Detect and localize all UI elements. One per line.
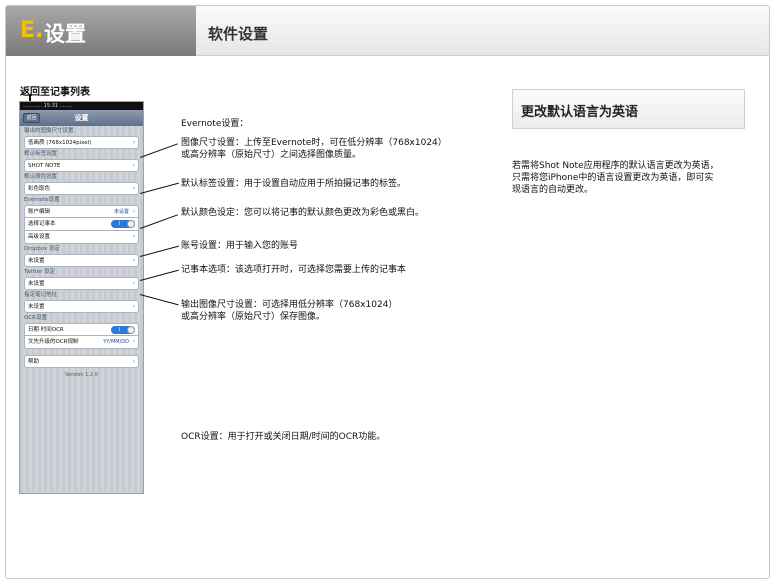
page-header: E. 设置 软件设置 bbox=[6, 6, 769, 56]
phone-settings-row[interactable]: 高级设置 › bbox=[24, 231, 139, 244]
language-description: 若需将Shot Note应用程序的默认语言更改为英语， 只需将您iPhone中的… bbox=[512, 161, 719, 195]
note-evernote: Evernote设置： bbox=[181, 119, 249, 129]
language-box-title: 更改默认语言为英语 bbox=[521, 105, 639, 120]
phone-version-label: Version 1.2.0 bbox=[65, 372, 98, 378]
phone-nav-title: 设置 bbox=[74, 114, 89, 122]
phone-settings-row[interactable]: 未设置 › bbox=[24, 277, 139, 290]
chevron-right-icon: › bbox=[132, 208, 135, 215]
phone-row-label: 低画质 (768x1024pixel) bbox=[28, 140, 92, 146]
phone-settings-row[interactable]: SHOT NOTE › bbox=[24, 159, 139, 172]
phone-section-header: 默认标签设置 bbox=[24, 151, 58, 157]
chevron-right-icon: › bbox=[132, 280, 135, 287]
phone-settings-row[interactable]: 未设置 › bbox=[24, 254, 139, 267]
phone-settings-row[interactable]: 彩色取色 › bbox=[24, 182, 139, 195]
note-default-color: 默认颜色设定：您可以将记事的默认颜色更改为彩色或黑白。 bbox=[181, 208, 425, 218]
phone-settings-list: 输出的图像尺寸设置低画质 (768x1024pixel) › 默认标签设置 SHOT … bbox=[20, 126, 143, 368]
phone-row-label: 未设置 bbox=[28, 258, 45, 264]
phone-row-label: 未设置 bbox=[28, 281, 45, 287]
phone-section-header: OCR设置 bbox=[24, 315, 47, 321]
toggle-knob bbox=[127, 326, 135, 334]
phone-settings-row[interactable]: 文先升级的OCR规制 YY/MM/DD › bbox=[24, 336, 139, 349]
phone-row-label: SHOT NOTE bbox=[28, 163, 61, 169]
language-box: 更改默认语言为英语 bbox=[512, 89, 745, 129]
chevron-right-icon: › bbox=[132, 257, 135, 264]
phone-section-header: 指定笔记地址 bbox=[24, 292, 58, 298]
phone-row-value: YY/MM/DD bbox=[103, 339, 129, 345]
note-notebook: 记事本选项：该选项打开时，可选择您需要上传的记事本 bbox=[181, 265, 407, 275]
note-output-size: 输出图像尺寸设置：可选择用低分辨率（768x1024） 或高分辨率（原始尺寸）保… bbox=[181, 300, 398, 322]
phone-row-value: 未设置 bbox=[113, 209, 129, 215]
phone-settings-row[interactable]: 日期·时间OCR I bbox=[24, 323, 139, 336]
chevron-right-icon: › bbox=[132, 303, 135, 310]
phone-row-label: 账户编辑 bbox=[28, 209, 51, 215]
note-ocr: OCR设置：用于打开或关闭日期/时间的OCR功能。 bbox=[181, 432, 386, 442]
note-account: 账号设置：用于输入您的账号 bbox=[181, 241, 299, 251]
phone-status-bar: ............ 15:31 ........ bbox=[20, 102, 143, 110]
phone-settings-row[interactable]: 未设置 › bbox=[24, 300, 139, 313]
phone-settings-row[interactable]: 账户编辑 未设置 › bbox=[24, 205, 139, 218]
phone-settings-row[interactable]: 选择记事本 I bbox=[24, 218, 139, 231]
chevron-right-icon: › bbox=[132, 233, 135, 240]
chapter-tab: E. 设置 bbox=[6, 6, 196, 56]
chevron-right-icon: › bbox=[132, 139, 135, 146]
phone-section-header: Evernote设置 bbox=[24, 197, 60, 203]
phone-row-label: 文先升级的OCR规制 bbox=[28, 339, 79, 345]
chapter-title: 设置 bbox=[44, 22, 86, 46]
phone-section-header: 默认颜色设置 bbox=[24, 174, 58, 180]
phone-row-label: 日期·时间OCR bbox=[28, 327, 64, 333]
phone-row-label: 高级设置 bbox=[28, 234, 51, 240]
phone-settings-screenshot: ............ 15:31 ........ 返回 设置 输出的图像尺… bbox=[19, 101, 144, 494]
toggle-switch[interactable]: I bbox=[111, 326, 135, 334]
chevron-right-icon: › bbox=[132, 185, 135, 192]
phone-nav-bar: 返回 设置 bbox=[20, 110, 143, 126]
phone-row-label: 彩色取色 bbox=[28, 186, 51, 192]
chevron-right-icon: › bbox=[132, 358, 135, 365]
chapter-letter: E. bbox=[20, 18, 44, 43]
page-title: 软件设置 bbox=[208, 25, 269, 43]
chevron-right-icon: › bbox=[132, 338, 135, 345]
chevron-right-icon: › bbox=[132, 162, 135, 169]
toggle-switch[interactable]: I bbox=[111, 220, 135, 228]
toggle-knob bbox=[127, 220, 135, 228]
phone-row-label: 选择记事本 bbox=[28, 221, 56, 227]
phone-settings-row[interactable]: 帮助 › bbox=[24, 355, 139, 368]
note-default-tag: 默认标签设置：用于设置自动应用于所拍摄记事的标签。 bbox=[181, 179, 407, 189]
note-image-size: 图像尺寸设置：上传至Evernote时，可在低分辨率（768x1024） 或高分… bbox=[181, 138, 447, 160]
phone-section-header: 输出的图像尺寸设置 bbox=[24, 128, 74, 134]
phone-row-label: 未设置 bbox=[28, 304, 45, 310]
phone-row-label: 帮助 bbox=[28, 359, 40, 365]
phone-section-header: Dropbox 设定 bbox=[24, 246, 60, 252]
phone-settings-row[interactable]: 低画质 (768x1024pixel) › bbox=[24, 136, 139, 149]
phone-section-header: Twitter 设定 bbox=[24, 269, 56, 275]
